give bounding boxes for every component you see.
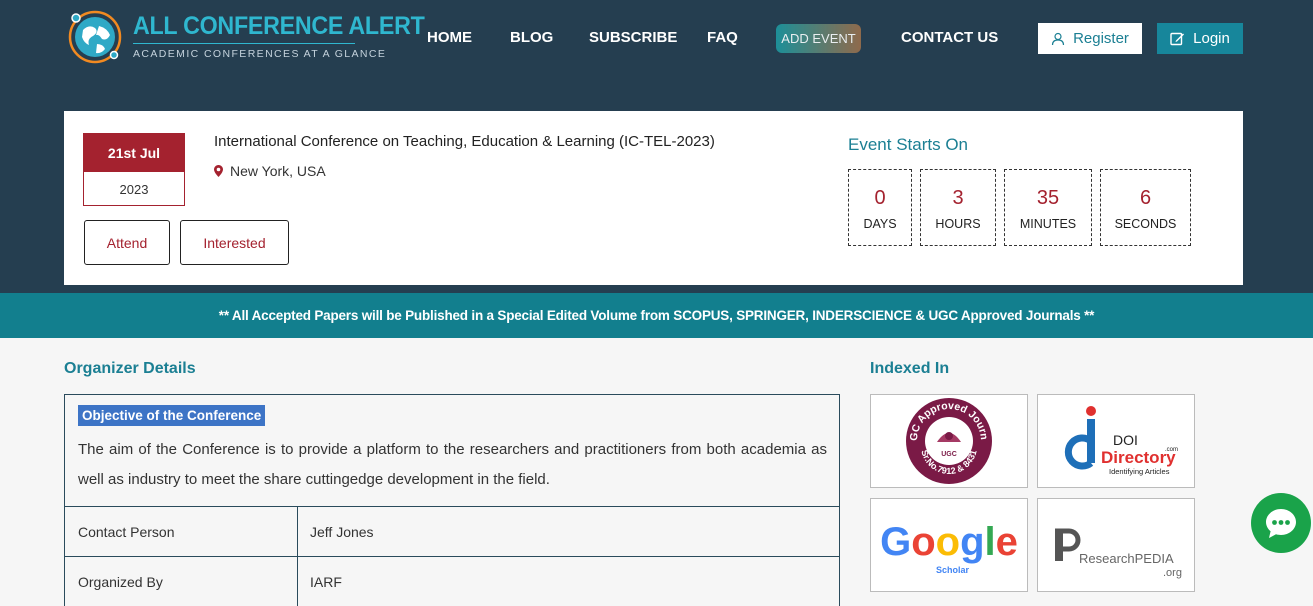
- researchpedia-org-text: .org: [1163, 567, 1182, 579]
- brand-divider: [133, 43, 355, 44]
- site-logo[interactable]: ALL CONFERENCE ALERT ACADEMIC CONFERENCE…: [66, 8, 425, 68]
- publication-banner: ** All Accepted Papers will be Published…: [0, 293, 1313, 338]
- attend-button[interactable]: Attend: [84, 220, 170, 265]
- add-event-button[interactable]: ADD EVENT: [776, 24, 861, 53]
- cell-divider: [297, 557, 298, 606]
- login-label: Login: [1193, 30, 1230, 47]
- register-label: Register: [1073, 30, 1129, 47]
- map-marker-icon: [214, 165, 223, 177]
- objective-text: The aim of the Conference is to provide …: [78, 441, 827, 488]
- countdown-value: 3: [952, 186, 964, 209]
- user-icon: [1051, 32, 1065, 45]
- login-button[interactable]: Login: [1157, 23, 1243, 54]
- interested-button[interactable]: Interested: [180, 220, 289, 265]
- countdown-days: 0 DAYS: [848, 169, 912, 246]
- ugc-center-text: UGC: [941, 451, 957, 458]
- event-starts-label: Event Starts On: [848, 135, 968, 154]
- countdown-label: SECONDS: [1114, 216, 1177, 231]
- countdown-value: 35: [1036, 186, 1060, 209]
- row-label: Contact Person: [78, 524, 175, 540]
- organizer-table: Objective of the Conference The aim of t…: [64, 394, 840, 606]
- brand-title: ALL CONFERENCE ALERT: [133, 12, 425, 40]
- google-text: Google: [880, 520, 1018, 564]
- indexed-section-title: Indexed In: [870, 360, 950, 377]
- nav-blog[interactable]: BLOG: [510, 29, 553, 46]
- researchpedia-text: ResearchPEDIA: [1079, 551, 1174, 566]
- nav-contact-us[interactable]: CONTACT US: [901, 29, 998, 46]
- edit-icon: [1170, 32, 1185, 46]
- table-row: Contact Person Jeff Jones: [65, 506, 839, 557]
- event-location-text: New York, USA: [230, 163, 326, 179]
- objective-label: Objective of the Conference: [78, 405, 266, 426]
- researchpedia-logo: ResearchPEDIA .org: [1055, 528, 1182, 579]
- row-value: IARF: [310, 574, 342, 590]
- cell-divider: [297, 507, 298, 557]
- globe-icon: [68, 10, 122, 64]
- event-date-day: 21st Jul: [84, 134, 184, 172]
- index-card-doi[interactable]: DOI Directory .com Identifying Articles: [1037, 394, 1195, 488]
- chat-bubble-icon: [1266, 509, 1296, 538]
- event-title: International Conference on Teaching, Ed…: [214, 133, 715, 150]
- index-card-ugc[interactable]: UGC Approved Journal Sr.No.7912 & 8431 U…: [870, 394, 1028, 488]
- nav-faq[interactable]: FAQ: [707, 29, 738, 46]
- row-label: Organized By: [78, 574, 163, 590]
- organizer-section-title: Organizer Details: [64, 360, 196, 377]
- doi-sub-text: Identifying Articles: [1109, 467, 1170, 476]
- event-date-year: 2023: [119, 181, 149, 197]
- nav-home[interactable]: HOME: [427, 29, 472, 46]
- google-scholar-logo: Google Scholar: [880, 520, 1018, 575]
- index-card-researchpedia[interactable]: ResearchPEDIA .org: [1037, 498, 1195, 592]
- doi-directory-logo: DOI Directory .com Identifying Articles: [1064, 406, 1178, 476]
- chat-widget-button[interactable]: [1251, 493, 1311, 553]
- countdown-value: 0: [874, 186, 886, 209]
- index-card-google-scholar[interactable]: Google Scholar: [870, 498, 1028, 592]
- countdown-label: MINUTES: [1019, 216, 1077, 231]
- countdown-label: DAYS: [863, 216, 897, 231]
- doi-top-text: DOI: [1113, 432, 1138, 448]
- nav-subscribe[interactable]: SUBSCRIBE: [589, 29, 677, 46]
- event-location: New York, USA: [214, 163, 326, 179]
- countdown-minutes: 35 MINUTES: [1004, 169, 1092, 246]
- countdown-label: HOURS: [935, 216, 981, 231]
- doi-com-text: .com: [1165, 447, 1178, 453]
- event-date-box: 21st Jul 2023: [83, 133, 185, 206]
- register-button[interactable]: Register: [1038, 23, 1142, 54]
- countdown-value: 6: [1139, 186, 1152, 209]
- table-row: Organized By IARF: [65, 556, 839, 606]
- google-sub-text: Scholar: [936, 565, 970, 575]
- countdown-hours: 3 HOURS: [920, 169, 996, 246]
- countdown-seconds: 6 SECONDS: [1100, 169, 1191, 246]
- site-header: ALL CONFERENCE ALERT ACADEMIC CONFERENCE…: [0, 0, 1313, 293]
- row-value: Jeff Jones: [310, 524, 374, 540]
- ugc-seal-logo: UGC Approved Journal Sr.No.7912 & 8431 U…: [904, 396, 992, 484]
- event-card: 21st Jul 2023 International Conference o…: [64, 111, 1243, 285]
- brand-tagline: ACADEMIC CONFERENCES AT A GLANCE: [133, 48, 387, 60]
